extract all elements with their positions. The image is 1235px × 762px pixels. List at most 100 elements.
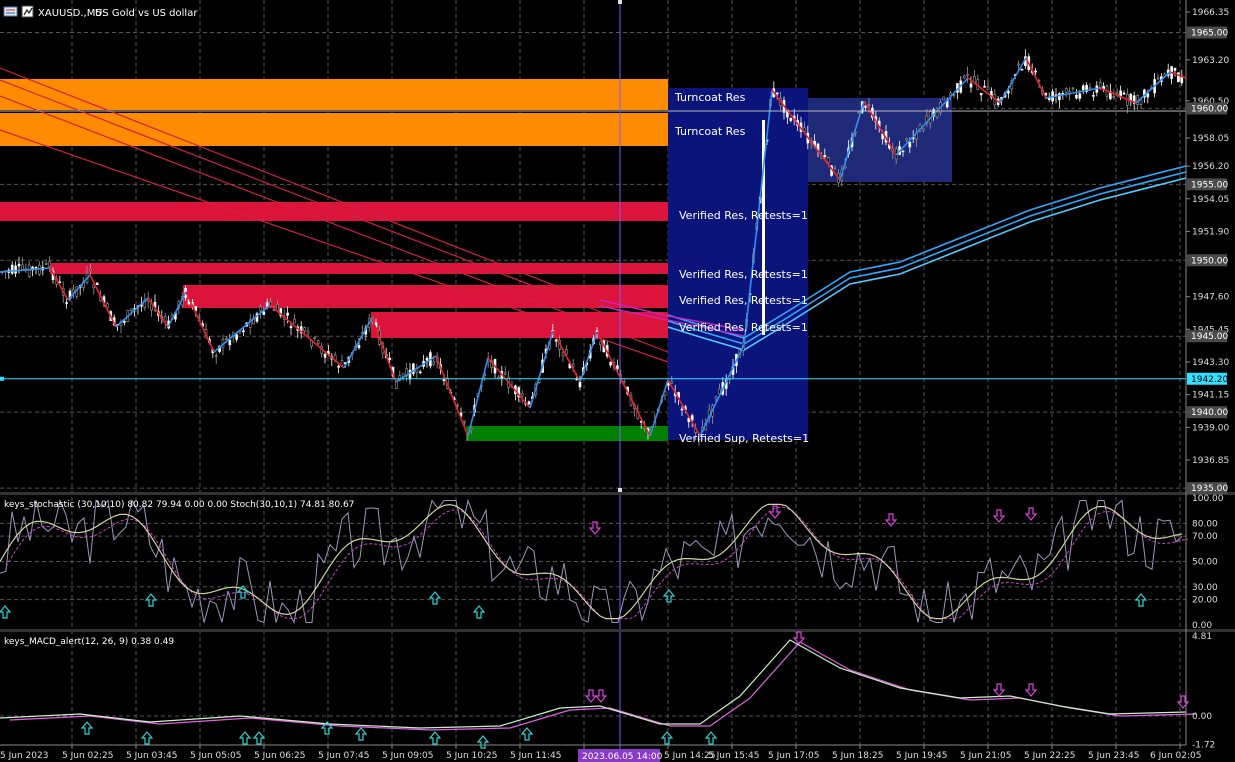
candle-body[interactable] bbox=[497, 376, 500, 379]
price-level-label: 1945.00 bbox=[1191, 332, 1228, 342]
macd-axis-label: 0.00 bbox=[1192, 712, 1212, 722]
candle-body[interactable] bbox=[599, 341, 602, 346]
candle-body[interactable] bbox=[1088, 87, 1092, 89]
candle-body[interactable] bbox=[966, 73, 969, 76]
candle-body[interactable] bbox=[289, 326, 293, 329]
candle-body[interactable] bbox=[1034, 70, 1037, 73]
candle-body[interactable] bbox=[306, 330, 310, 335]
candle-body[interactable] bbox=[1156, 77, 1160, 80]
candle-body[interactable] bbox=[670, 381, 674, 384]
candle-body[interactable] bbox=[10, 264, 14, 274]
candle-body[interactable] bbox=[983, 86, 986, 88]
candle-body[interactable] bbox=[789, 118, 793, 121]
candle-body[interactable] bbox=[1075, 94, 1078, 99]
candle-body[interactable] bbox=[922, 128, 925, 131]
candle-body[interactable] bbox=[357, 345, 361, 349]
candle-body[interactable] bbox=[1020, 68, 1024, 71]
candle-body[interactable] bbox=[962, 75, 966, 79]
candle-body[interactable] bbox=[775, 92, 779, 95]
candle-body[interactable] bbox=[48, 261, 51, 268]
candle-body[interactable] bbox=[520, 393, 524, 397]
candle-body[interactable] bbox=[316, 340, 320, 344]
candle-body[interactable] bbox=[235, 334, 238, 340]
candle-body[interactable] bbox=[123, 321, 126, 323]
candle-body[interactable] bbox=[313, 336, 317, 339]
candle-body[interactable] bbox=[262, 311, 266, 315]
candle-body[interactable] bbox=[1112, 96, 1116, 98]
candle-body[interactable] bbox=[1058, 93, 1061, 101]
candle-body[interactable] bbox=[578, 381, 582, 388]
candle-body[interactable] bbox=[1078, 93, 1082, 99]
chart-type-icon[interactable] bbox=[3, 6, 18, 17]
candle-body[interactable] bbox=[27, 264, 31, 277]
candle-body[interactable] bbox=[286, 312, 289, 316]
candle-body[interactable] bbox=[1146, 93, 1150, 98]
candle-body[interactable] bbox=[571, 363, 575, 367]
candle-body[interactable] bbox=[1081, 85, 1085, 91]
candle-body[interactable] bbox=[1017, 63, 1020, 66]
candle-body[interactable] bbox=[969, 83, 973, 88]
candle-body[interactable] bbox=[463, 420, 466, 423]
candle-body[interactable] bbox=[1092, 95, 1095, 97]
stochastic-axis-label: 20.00 bbox=[1192, 596, 1218, 606]
candle-body[interactable] bbox=[65, 302, 68, 304]
candle-body[interactable] bbox=[823, 155, 827, 157]
candle-body[interactable] bbox=[17, 263, 21, 267]
candle-body[interactable] bbox=[303, 327, 306, 332]
candle-body[interactable] bbox=[14, 265, 17, 274]
candle-body[interactable] bbox=[456, 404, 459, 407]
candle-body[interactable] bbox=[908, 142, 912, 148]
candle-body[interactable] bbox=[44, 262, 48, 265]
candle-body[interactable] bbox=[833, 167, 837, 170]
candle-body[interactable] bbox=[214, 355, 218, 357]
candle-body[interactable] bbox=[942, 96, 946, 100]
candle-body[interactable] bbox=[412, 363, 415, 374]
macd-separator[interactable] bbox=[0, 629, 1235, 632]
crosshair-handle-bottom[interactable] bbox=[618, 488, 622, 492]
candle-body[interactable] bbox=[38, 264, 41, 275]
candle-body[interactable] bbox=[901, 150, 905, 153]
candle-body[interactable] bbox=[323, 353, 327, 358]
candle-body[interactable] bbox=[1122, 92, 1126, 95]
candle-body[interactable] bbox=[986, 86, 990, 91]
candle-body[interactable] bbox=[857, 111, 861, 114]
macd-axis-label: -1.72 bbox=[1192, 741, 1215, 751]
candle-body[interactable] bbox=[609, 361, 612, 366]
candle-body[interactable] bbox=[714, 396, 718, 400]
crosshair-handle-top[interactable] bbox=[618, 0, 622, 4]
time-tick-label: 5 Jun 2023 bbox=[0, 751, 48, 761]
chart-window[interactable]: Turncoat Res Turncoat Res Verified Res, Re… bbox=[0, 0, 1235, 762]
candle-body[interactable] bbox=[826, 157, 830, 163]
candle-body[interactable] bbox=[1071, 87, 1075, 90]
candle-body[interactable] bbox=[867, 103, 871, 106]
candle-body[interactable] bbox=[95, 282, 99, 286]
candle-body[interactable] bbox=[89, 268, 92, 272]
candle-body[interactable] bbox=[905, 138, 908, 141]
candle-body[interactable] bbox=[680, 408, 684, 411]
candle-body[interactable] bbox=[259, 306, 262, 312]
candle-body[interactable] bbox=[388, 357, 391, 361]
candle-body[interactable] bbox=[503, 372, 507, 375]
candle-body[interactable] bbox=[21, 264, 24, 270]
candle-body[interactable] bbox=[228, 340, 232, 345]
candle-body[interactable] bbox=[1064, 88, 1068, 93]
candle-body[interactable] bbox=[242, 330, 245, 333]
candle-body[interactable] bbox=[293, 318, 296, 324]
candle-body[interactable] bbox=[1173, 67, 1177, 71]
candle-body[interactable] bbox=[1139, 99, 1143, 105]
candle-body[interactable] bbox=[1098, 82, 1102, 88]
stochastic-separator[interactable] bbox=[0, 492, 1235, 495]
candle-body[interactable] bbox=[979, 92, 983, 96]
candle-body[interactable] bbox=[225, 338, 228, 340]
candle-body[interactable] bbox=[1007, 90, 1010, 94]
candle-body[interactable] bbox=[616, 365, 619, 370]
candle-body[interactable] bbox=[425, 358, 429, 361]
candle-body[interactable] bbox=[432, 361, 436, 365]
candle-body[interactable] bbox=[129, 308, 133, 311]
candle-body[interactable] bbox=[337, 365, 340, 368]
candle-body[interactable] bbox=[527, 401, 531, 405]
candle-body[interactable] bbox=[163, 316, 167, 322]
time-tick-label: 5 Jun 11:45 bbox=[510, 751, 561, 761]
candle-body[interactable] bbox=[418, 371, 422, 374]
candle-body[interactable] bbox=[34, 266, 38, 269]
